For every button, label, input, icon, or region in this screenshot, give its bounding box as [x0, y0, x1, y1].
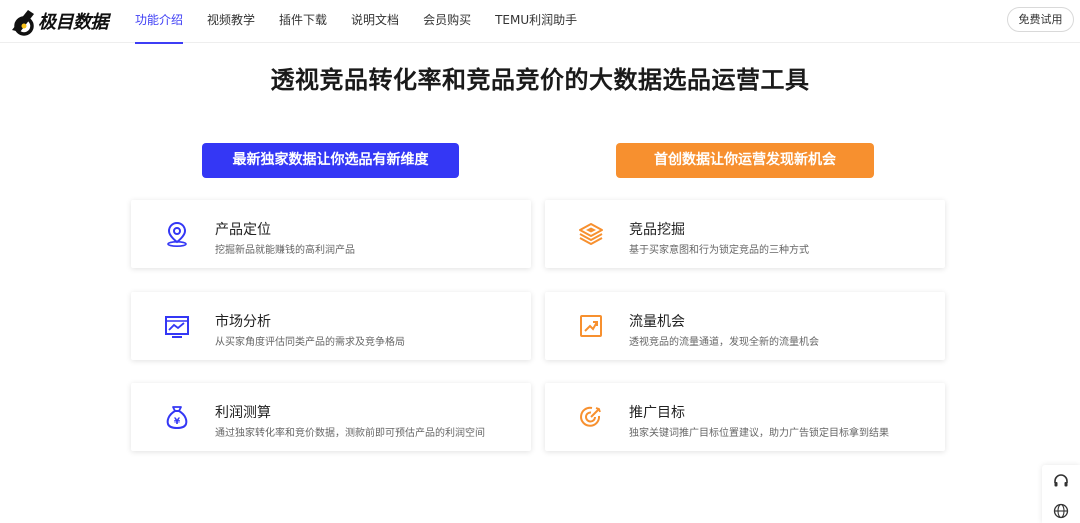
brand-name: 极目数据 [38, 12, 109, 33]
money-bag-icon: ¥ [166, 406, 188, 430]
feature-card-competitor-mining[interactable]: 竞品挖掘 基于买家意图和行为锁定竞品的三种方式 [545, 200, 945, 268]
feature-title: 竞品挖掘 [629, 222, 685, 238]
cta-operations-button[interactable]: 首创数据让你运营发现新机会 [616, 143, 874, 178]
location-pin-icon [167, 221, 187, 247]
nav-item-plugin-download[interactable]: 插件下载 [279, 0, 327, 43]
main-nav: 功能介绍 视频教学 插件下载 说明文档 会员购买 TEMU利润助手 [135, 0, 601, 44]
feature-title: 利润测算 [215, 405, 271, 421]
trend-up-icon [580, 315, 602, 337]
brand-logo[interactable]: 极目数据 [8, 5, 109, 37]
feature-card-profit-estimate[interactable]: ¥ 利润测算 通过独家转化率和竞价数据，测款前即可预估产品的利润空间 [131, 383, 531, 451]
nav-item-membership[interactable]: 会员购买 [423, 0, 471, 43]
analytics-screen-icon [165, 316, 189, 338]
nav-item-temu-profit[interactable]: TEMU利润助手 [495, 0, 577, 43]
cta-selection-button[interactable]: 最新独家数据让你选品有新维度 [202, 143, 459, 178]
layers-icon [579, 223, 603, 245]
free-trial-button[interactable]: 免费试用 [1007, 7, 1074, 32]
feature-desc: 透视竞品的流量通道，发现全新的流量机会 [629, 337, 819, 348]
headset-icon[interactable] [1053, 473, 1069, 489]
top-header: 极目数据 功能介绍 视频教学 插件下载 说明文档 会员购买 TEMU利润助手 免… [0, 0, 1080, 44]
feature-desc: 挖掘新品就能赚钱的高利润产品 [215, 245, 355, 256]
side-toolbar [1042, 465, 1080, 523]
svg-text:¥: ¥ [174, 417, 181, 427]
feature-title: 流量机会 [629, 314, 685, 330]
nav-item-docs[interactable]: 说明文档 [351, 0, 399, 43]
feature-desc: 通过独家转化率和竞价数据，测款前即可预估产品的利润空间 [215, 428, 485, 439]
feature-card-traffic-opportunity[interactable]: 流量机会 透视竞品的流量通道，发现全新的流量机会 [545, 292, 945, 360]
page-headline: 透视竞品转化率和竞品竞价的大数据选品运营工具 [270, 66, 810, 94]
feature-card-promotion-target[interactable]: 推广目标 独家关键词推广目标位置建议，助力广告锁定目标拿到结果 [545, 383, 945, 451]
feature-desc: 从买家角度评估同类产品的需求及竞争格局 [215, 337, 405, 348]
feature-card-product-positioning[interactable]: 产品定位 挖掘新品就能赚钱的高利润产品 [131, 200, 531, 268]
feature-title: 市场分析 [215, 314, 271, 330]
feature-desc: 独家关键词推广目标位置建议，助力广告锁定目标拿到结果 [629, 428, 889, 439]
feature-card-market-analysis[interactable]: 市场分析 从买家角度评估同类产品的需求及竞争格局 [131, 292, 531, 360]
nav-item-video-tutorials[interactable]: 视频教学 [207, 0, 255, 43]
target-icon [580, 406, 601, 427]
feature-title: 推广目标 [629, 405, 685, 421]
logo-mark-icon [12, 10, 34, 36]
globe-icon[interactable] [1053, 503, 1069, 519]
nav-item-features[interactable]: 功能介绍 [135, 0, 184, 44]
feature-title: 产品定位 [215, 222, 271, 238]
feature-desc: 基于买家意图和行为锁定竞品的三种方式 [629, 245, 809, 256]
